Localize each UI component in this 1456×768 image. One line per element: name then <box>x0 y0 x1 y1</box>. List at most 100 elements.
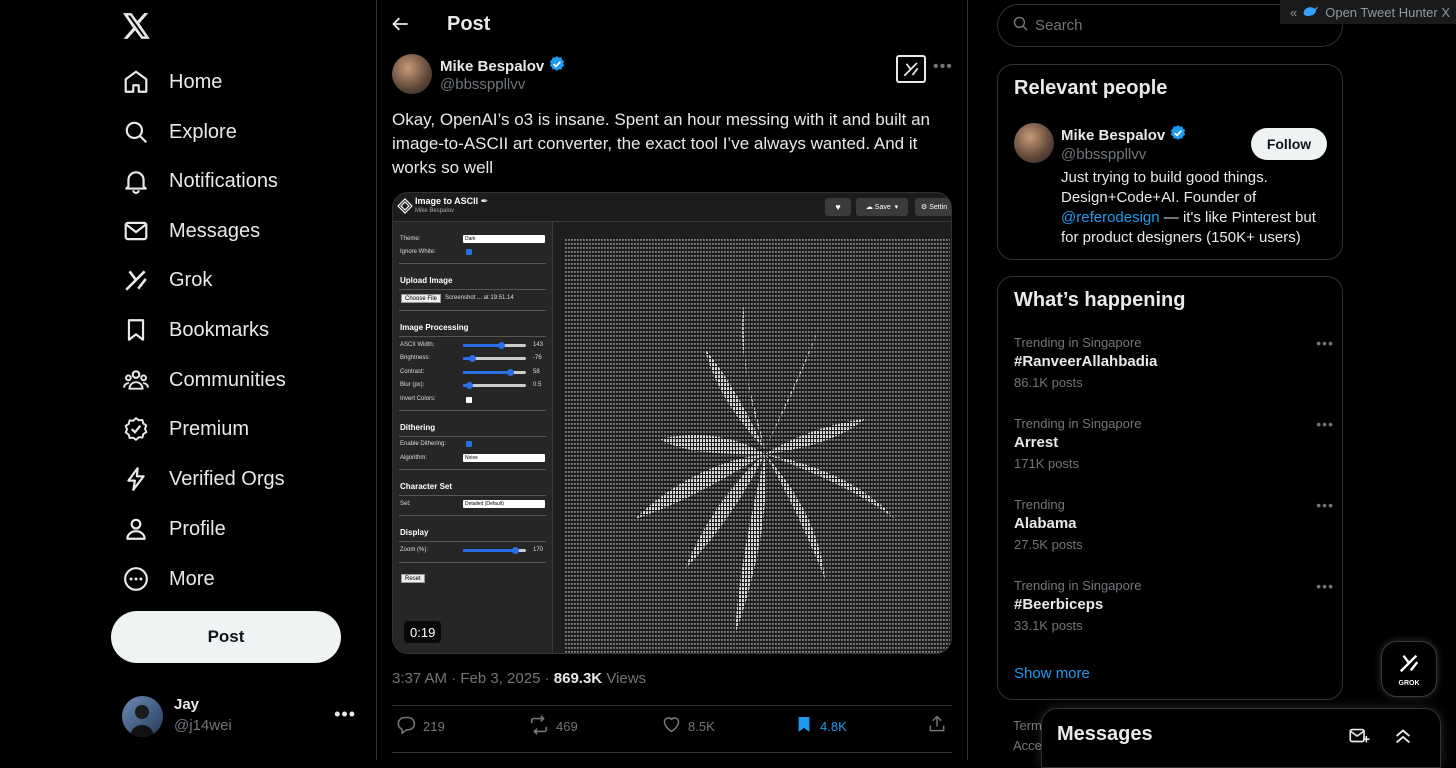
contrast-slider <box>463 369 526 376</box>
post-more-icon[interactable]: ••• <box>933 58 953 76</box>
trend-more-icon[interactable]: ••• <box>1316 416 1334 432</box>
divider <box>399 436 546 437</box>
grok-explain-icon[interactable] <box>896 55 926 83</box>
post-actions: 219 469 8.5K 4.8K <box>392 714 952 744</box>
x-logo-icon[interactable] <box>122 10 152 42</box>
more-circle-icon <box>118 561 154 597</box>
nav-bookmarks-label: Bookmarks <box>169 318 270 341</box>
repost-button[interactable]: 469 <box>528 714 578 739</box>
bookmark-button[interactable]: 4.8K <box>794 714 847 738</box>
trend-context: Trending in Singapore <box>1014 335 1142 350</box>
nav-home[interactable]: Home <box>118 59 222 105</box>
heart-outline-icon <box>661 714 682 738</box>
author-avatar[interactable] <box>392 54 432 94</box>
relevant-name: Mike Bespalov <box>1061 126 1166 144</box>
blur-value: 0.5 <box>533 382 542 388</box>
settings-label: Settin <box>929 203 948 211</box>
nav-notifications[interactable]: Notifications <box>118 158 278 204</box>
trend-item[interactable]: Trending in Singapore Arrest 171K posts … <box>1014 416 1334 471</box>
post-timestamp[interactable]: 3:37 AM · Feb 3, 2025 · <box>392 670 550 687</box>
tweet-video[interactable]: Image to ASCII ✒ Mike Bespalov ♥ ☁ Save … <box>392 192 952 654</box>
trend-context: Trending in Singapore <box>1014 578 1142 593</box>
bell-icon <box>118 163 154 199</box>
nav-bookmarks[interactable]: Bookmarks <box>118 307 269 353</box>
relevant-name-row[interactable]: Mike Bespalov <box>1061 124 1187 146</box>
nav-grok[interactable]: Grok <box>118 257 212 303</box>
show-more-link[interactable]: Show more <box>1014 665 1090 682</box>
bio-link[interactable]: @referodesign <box>1061 209 1160 226</box>
divider <box>399 495 546 496</box>
nav-more-label: More <box>169 567 215 590</box>
trend-topic: Alabama <box>1014 515 1077 532</box>
reply-button[interactable]: 219 <box>396 714 445 738</box>
algorithm-select: Noise <box>463 454 545 462</box>
nav-communities[interactable]: Communities <box>118 357 286 403</box>
divider <box>399 541 546 542</box>
nav-grok-label: Grok <box>169 268 213 291</box>
nav-profile[interactable]: Profile <box>118 506 226 552</box>
theme-select: Dark <box>463 235 545 243</box>
nav-explore[interactable]: Explore <box>118 109 237 155</box>
home-icon <box>118 64 154 100</box>
share-button[interactable] <box>927 714 947 737</box>
grok-icon <box>1398 652 1420 679</box>
zoom-value: 170 <box>533 547 544 553</box>
nav-premium-label: Premium <box>169 417 250 440</box>
expand-chevron-icon[interactable] <box>1392 725 1414 752</box>
enable-dither-checkbox <box>466 441 472 447</box>
trend-more-icon[interactable]: ••• <box>1316 578 1334 594</box>
trend-topic: #Beerbiceps <box>1014 596 1104 613</box>
account-more-icon[interactable]: ••• <box>334 704 356 725</box>
grok-float-button[interactable]: GROK <box>1381 641 1437 697</box>
trend-item[interactable]: Trending in Singapore #RanveerAllahbadia… <box>1014 335 1334 390</box>
video-duration-badge: 0:19 <box>404 621 442 643</box>
like-button[interactable]: 8.5K <box>661 714 715 738</box>
app-subtitle: Mike Bespalov <box>415 208 455 214</box>
trend-more-icon[interactable]: ••• <box>1316 497 1334 513</box>
back-arrow-icon[interactable] <box>391 14 415 38</box>
trend-more-icon[interactable]: ••• <box>1316 335 1334 351</box>
ascii-width-value: 143 <box>533 342 544 348</box>
heart-icon: ♥ <box>825 198 851 216</box>
trend-topic: #RanveerAllahbadia <box>1014 353 1158 370</box>
post-button[interactable]: Post <box>111 611 341 663</box>
trend-count: 86.1K posts <box>1014 375 1083 390</box>
choose-file-button: Choose File <box>401 294 442 303</box>
premium-icon <box>118 411 154 447</box>
collapse-chevron-icon: « <box>1290 4 1298 20</box>
tweet-hunter-extension[interactable]: « Open Tweet Hunter X <box>1280 0 1456 24</box>
cloud-icon: ☁ <box>865 204 875 211</box>
accessibility-link[interactable]: Acce <box>1013 736 1042 756</box>
app-header: Image to ASCII ✒ Mike Bespalov ♥ ☁ Save … <box>393 193 951 222</box>
author-name-row[interactable]: Mike Bespalov <box>440 55 566 77</box>
trend-item[interactable]: Trending in Singapore #Beerbiceps 33.1K … <box>1014 578 1334 633</box>
terms-link[interactable]: Term <box>1013 716 1042 736</box>
account-switcher[interactable]: Jay @j14wei ••• <box>122 694 362 740</box>
messages-drawer[interactable]: Messages <box>1041 708 1441 768</box>
nav-notifications-label: Notifications <box>169 169 278 192</box>
nav-verified-orgs[interactable]: Verified Orgs <box>118 456 285 502</box>
main-column: Post Mike Bespalov @bbssppllvv ••• Okay,… <box>376 0 968 760</box>
person-icon <box>118 511 154 547</box>
nav-premium[interactable]: Premium <box>118 406 249 452</box>
trend-count: 27.5K posts <box>1014 537 1083 552</box>
trend-context: Trending in Singapore <box>1014 416 1142 431</box>
new-message-icon[interactable] <box>1348 725 1370 752</box>
tweet-text: Okay, OpenAI’s o3 is insane. Spent an ho… <box>392 110 931 177</box>
trend-topic: Arrest <box>1014 434 1059 451</box>
settings-button: ⚙ Settin <box>915 198 951 216</box>
follow-button[interactable]: Follow <box>1251 128 1327 160</box>
nav-messages[interactable]: Messages <box>118 208 260 254</box>
save-label: Save <box>874 203 891 211</box>
bookmark-icon <box>118 312 154 348</box>
trend-item[interactable]: Trending Alabama 27.5K posts ••• <box>1014 497 1334 552</box>
ascii-width-label: ASCII Width: <box>400 342 435 348</box>
divider <box>399 562 546 563</box>
nav-more[interactable]: More <box>118 556 215 602</box>
set-label: Set: <box>400 501 411 507</box>
divider <box>399 263 546 264</box>
search-icon <box>118 114 154 150</box>
zoom-slider <box>463 547 526 554</box>
app-title: Image to ASCII ✒ <box>415 196 489 206</box>
relevant-avatar[interactable] <box>1014 123 1054 163</box>
